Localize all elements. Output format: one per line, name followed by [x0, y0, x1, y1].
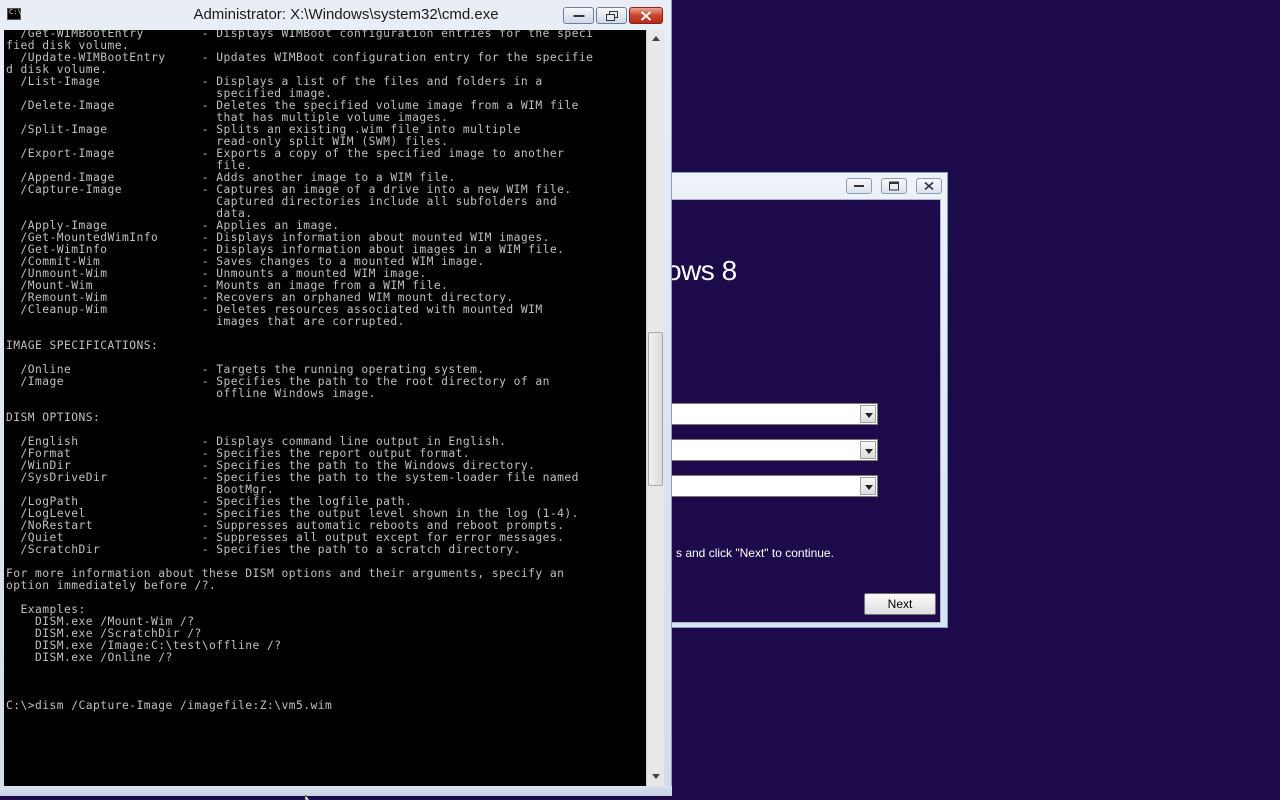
console-output[interactable]: /Get-WIMBootEntry - Displays WIMBoot con… [4, 30, 646, 786]
minimize-icon [573, 14, 584, 17]
close-icon [924, 181, 934, 191]
vertical-scrollbar[interactable] [646, 30, 664, 786]
chevron-down-icon [652, 774, 660, 779]
mouse-pointer-icon [305, 795, 311, 800]
cmd-window: Administrator: X:\Windows\system32\cmd.e… [0, 0, 672, 796]
next-button[interactable]: Next [864, 593, 936, 615]
setup-close-button[interactable] [916, 178, 942, 194]
setup-minimize-button[interactable] [846, 178, 872, 194]
time-currency-select[interactable]: s) [648, 439, 878, 461]
setup-content: ows 8 s) s) s and click "Next" to contin… [647, 199, 941, 623]
windows-setup-window: ows 8 s) s) s and click "Next" to contin… [640, 172, 948, 628]
setup-maximize-button[interactable] [881, 178, 907, 194]
cmd-close-button[interactable] [629, 7, 663, 24]
chevron-up-icon [652, 36, 660, 41]
minimize-icon [854, 185, 864, 187]
restore-icon [605, 10, 618, 21]
console-text: /Get-WIMBootEntry - Displays WIMBoot con… [6, 30, 594, 712]
close-icon [640, 10, 652, 21]
windows-8-logo: ows 8 [666, 255, 737, 286]
cmd-minimize-button[interactable] [563, 7, 594, 24]
scrollbar-thumb[interactable] [648, 332, 663, 486]
maximize-icon [889, 181, 899, 191]
setup-instruction-text: s and click "Next" to continue. [676, 546, 834, 560]
cmd-restore-button[interactable] [596, 7, 627, 24]
language-select[interactable]: s) [648, 403, 878, 425]
keyboard-select[interactable] [648, 475, 878, 497]
chevron-down-icon[interactable] [860, 405, 876, 423]
cmd-titlebar[interactable]: Administrator: X:\Windows\system32\cmd.e… [0, 0, 672, 30]
cmd-window-bottom-border [0, 786, 672, 796]
chevron-down-icon[interactable] [860, 441, 876, 459]
chevron-down-icon[interactable] [860, 477, 876, 495]
scroll-down-button[interactable] [648, 769, 664, 785]
scroll-up-button[interactable] [648, 31, 664, 47]
setup-titlebar[interactable] [641, 173, 947, 199]
